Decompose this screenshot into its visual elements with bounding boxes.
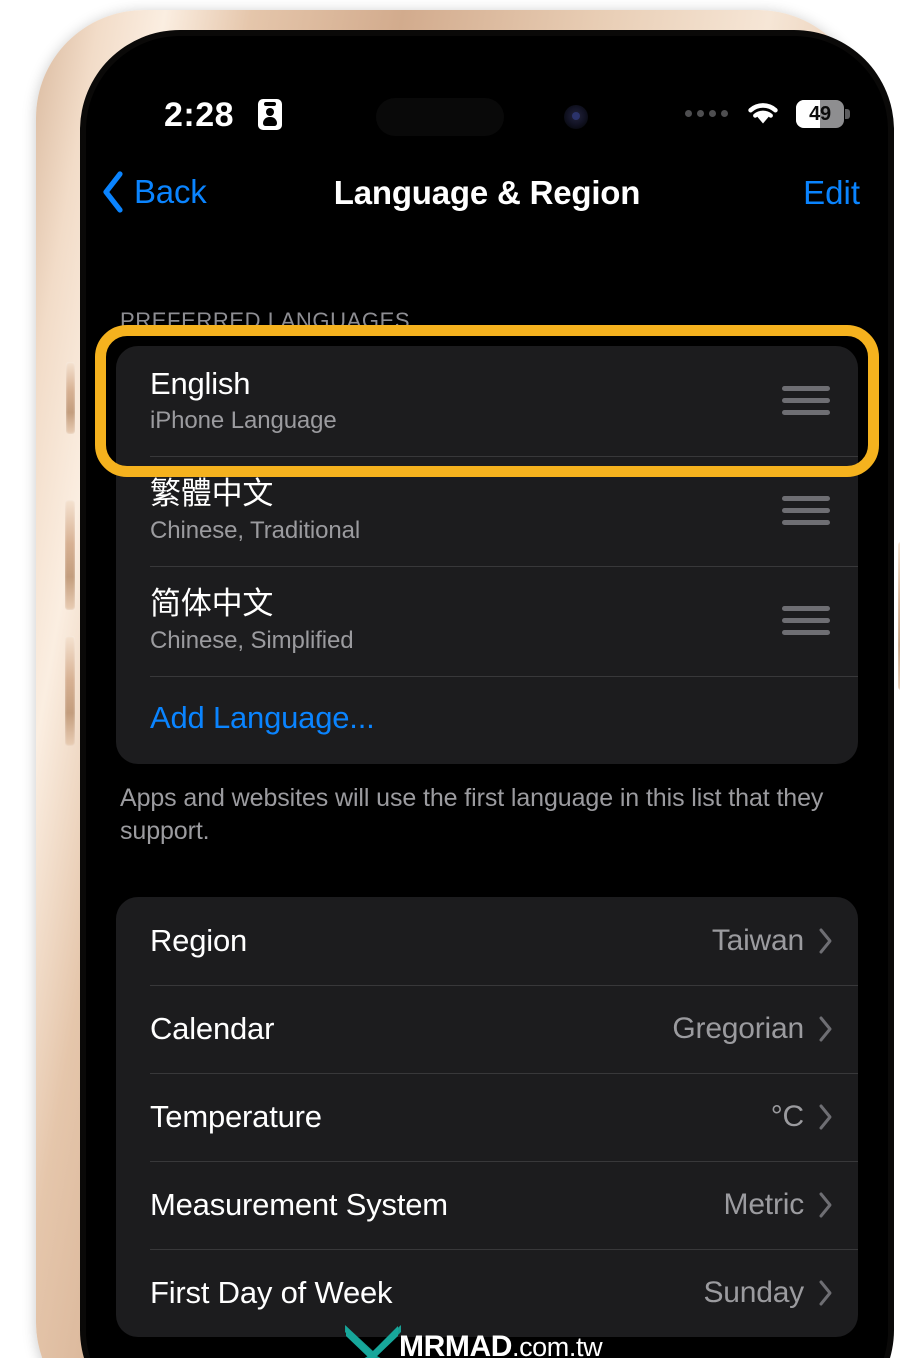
person-badge-icon <box>258 99 282 130</box>
language-title: 简体中文 <box>150 585 274 621</box>
settings-content: PREFERRED LANGUAGES English iPhone Langu… <box>86 234 888 1358</box>
settings-row-value-group: °C <box>771 1100 834 1134</box>
status-bar-time: 2:28 <box>164 96 235 134</box>
language-text: 繁體中文 Chinese, Traditional <box>150 475 360 546</box>
battery-percent-label: 49 <box>809 103 831 125</box>
settings-row-region[interactable]: Region Taiwan <box>116 897 858 985</box>
settings-row-value-group: Sunday <box>703 1276 834 1310</box>
status-bar: 2:28 49 <box>86 36 888 140</box>
battery-indicator: 49 <box>796 100 850 128</box>
settings-row-label: Calendar <box>150 1010 275 1046</box>
chevron-right-icon <box>819 928 832 953</box>
language-text: English iPhone Language <box>150 365 337 436</box>
settings-row-value: Metric <box>723 1187 805 1221</box>
reorder-grip-icon[interactable] <box>782 385 830 415</box>
language-subtitle: iPhone Language <box>150 407 337 435</box>
settings-row-measurement-system[interactable]: Measurement System Metric <box>116 1160 858 1249</box>
language-title: 繁體中文 <box>150 475 274 511</box>
language-row-english[interactable]: English iPhone Language <box>116 346 858 456</box>
navigation-bar: Back Language & Region Edit <box>86 156 888 234</box>
language-text: 简体中文 Chinese, Simplified <box>150 585 354 656</box>
language-subtitle: Chinese, Traditional <box>150 517 361 545</box>
settings-row-first-day-of-week[interactable]: First Day of Week Sunday <box>116 1248 858 1337</box>
settings-row-value: Gregorian <box>672 1011 804 1045</box>
settings-row-temperature[interactable]: Temperature °C <box>116 1072 858 1161</box>
settings-row-label: Temperature <box>150 1098 322 1134</box>
action-button[interactable] <box>66 362 75 434</box>
settings-row-value: Sunday <box>703 1275 804 1309</box>
volume-down-button[interactable] <box>65 636 75 746</box>
language-subtitle: Chinese, Simplified <box>150 627 354 655</box>
language-row-traditional-chinese[interactable]: 繁體中文 Chinese, Traditional <box>116 456 858 566</box>
region-settings-card: Region Taiwan Calendar Gregorian Tempera… <box>116 896 858 1337</box>
add-language-label: Add Language... <box>150 700 375 735</box>
settings-row-label: First Day of Week <box>150 1274 393 1310</box>
chevron-right-icon <box>819 1104 832 1129</box>
add-language-button[interactable]: Add Language... <box>116 676 858 764</box>
settings-row-label: Region <box>150 922 248 958</box>
dynamic-island <box>376 98 504 136</box>
wifi-icon <box>748 103 778 124</box>
languages-footer-note: Apps and websites will use the first lan… <box>120 784 824 846</box>
page-title: Language & Region <box>333 174 641 211</box>
settings-row-value: Taiwan <box>711 923 804 957</box>
phone-screen: 2:28 49 Back Language & Region Edit PREF… <box>86 36 888 1358</box>
settings-row-label: Measurement System <box>150 1186 448 1222</box>
chevron-right-icon <box>819 1280 832 1305</box>
settings-row-calendar[interactable]: Calendar Gregorian <box>116 984 858 1073</box>
preferred-languages-card: English iPhone Language 繁體中文 Chinese, Tr… <box>116 346 858 764</box>
language-row-simplified-chinese[interactable]: 简体中文 Chinese, Simplified <box>116 566 858 676</box>
settings-row-value-group: Gregorian <box>672 1012 834 1046</box>
chevron-right-icon <box>819 1192 832 1217</box>
volume-up-button[interactable] <box>65 500 75 610</box>
screenshot-root: 2:28 49 Back Language & Region Edit PREF… <box>0 0 900 1358</box>
reorder-grip-icon[interactable] <box>782 495 830 525</box>
settings-row-value-group: Metric <box>724 1188 834 1222</box>
language-title: English <box>150 365 251 401</box>
edit-button[interactable]: Edit <box>803 174 860 212</box>
phone-frame: 2:28 49 Back Language & Region Edit PREF… <box>36 10 900 1358</box>
reorder-grip-icon[interactable] <box>782 605 830 635</box>
preferred-languages-header: PREFERRED LANGUAGES <box>120 308 411 333</box>
signal-dots-icon <box>685 110 728 117</box>
chevron-right-icon <box>819 1016 832 1041</box>
settings-row-value-group: Taiwan <box>712 924 834 958</box>
front-camera-icon <box>564 105 588 129</box>
settings-row-value: °C <box>770 1099 804 1133</box>
